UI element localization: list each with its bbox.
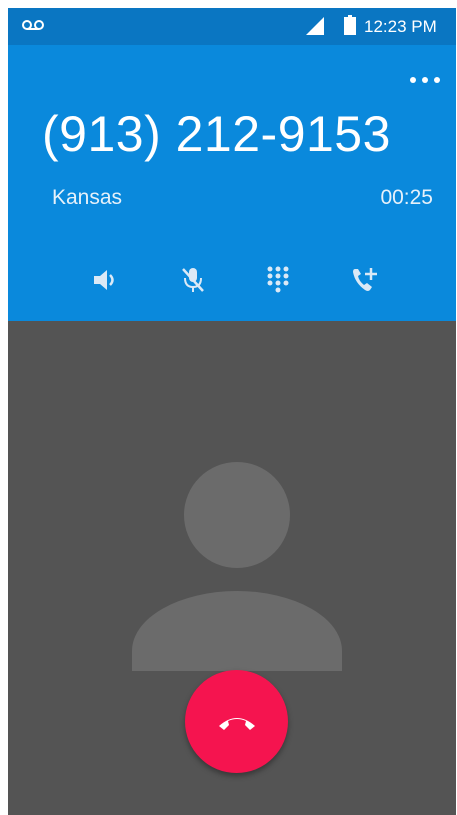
status-time: 12:23 PM xyxy=(364,17,437,36)
speaker-button[interactable] xyxy=(86,260,126,300)
add-call-icon xyxy=(353,268,377,291)
end-call-button[interactable] xyxy=(185,670,288,773)
end-call-icon xyxy=(218,717,255,730)
mute-icon xyxy=(182,268,204,292)
call-header: (913) 212-9153 Kansas 00:25 xyxy=(8,45,456,321)
more-options-icon[interactable] xyxy=(408,73,442,87)
add-call-button[interactable] xyxy=(345,260,385,300)
in-call-screen: 12:23 PM (913) 212-9153 Kansas 00:25 xyxy=(8,8,456,815)
contact-photo-area xyxy=(8,321,456,815)
dialpad-button[interactable] xyxy=(258,260,298,300)
dialpad-icon xyxy=(267,266,289,293)
call-duration: 00:25 xyxy=(380,186,433,209)
voicemail-icon xyxy=(22,20,44,30)
caller-location: Kansas xyxy=(52,186,123,209)
caller-number: (913) 212-9153 xyxy=(42,106,391,162)
speaker-icon xyxy=(94,270,114,290)
mute-button[interactable] xyxy=(173,260,213,300)
avatar-placeholder-body xyxy=(132,591,342,671)
battery-icon xyxy=(344,15,356,35)
avatar-placeholder-head xyxy=(184,462,290,568)
signal-icon xyxy=(306,17,324,35)
status-bar: 12:23 PM xyxy=(8,8,456,45)
